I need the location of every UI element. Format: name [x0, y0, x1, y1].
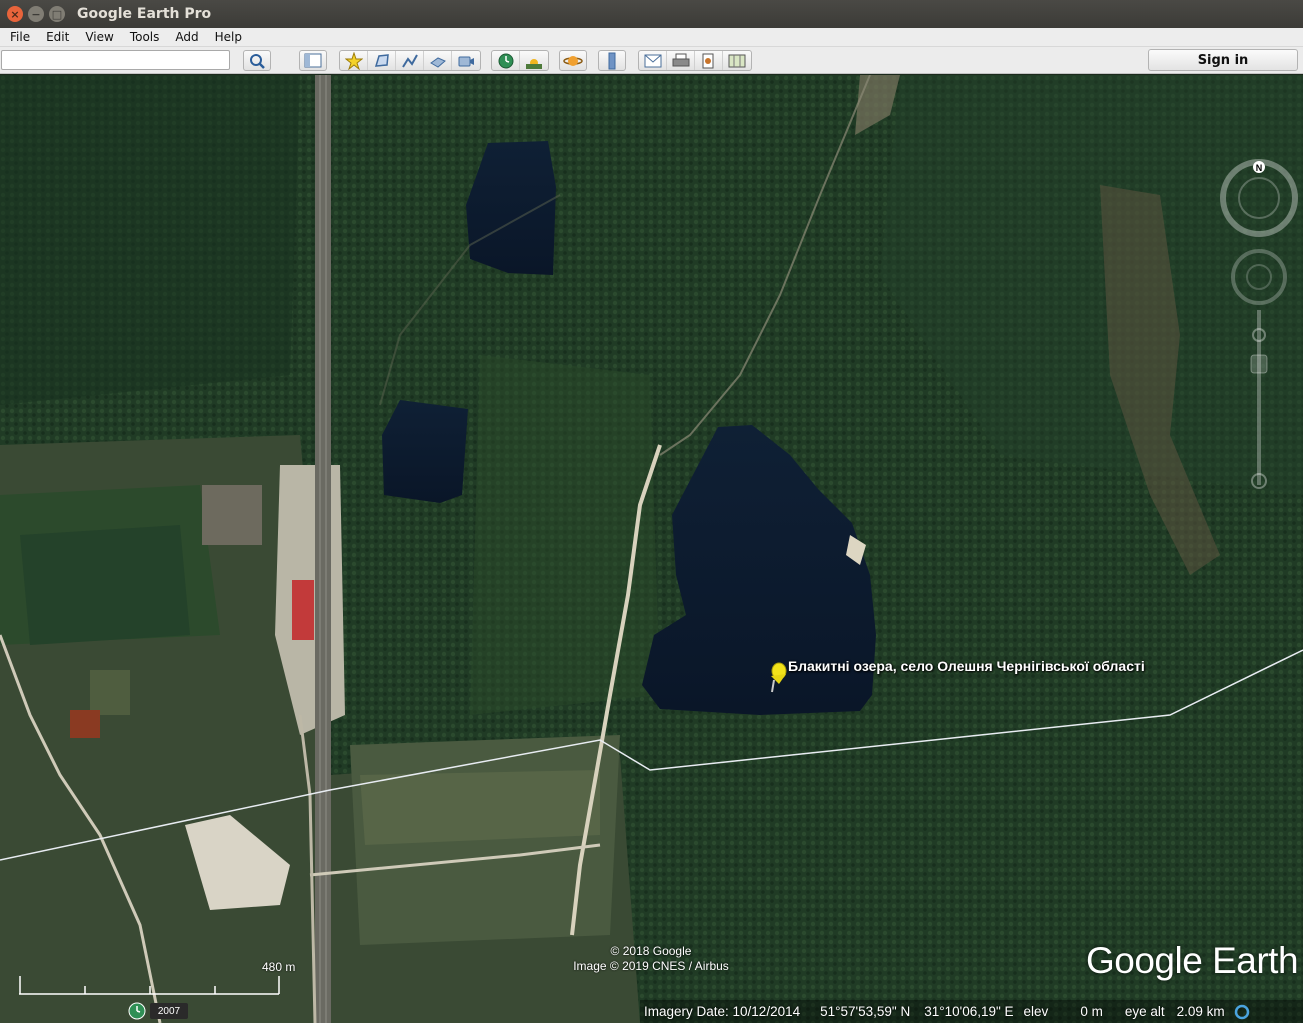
zoom-slider-thumb[interactable] — [1250, 354, 1268, 374]
field — [90, 670, 130, 715]
navigation-controls[interactable]: N — [1214, 155, 1303, 505]
satellite-imagery — [0, 75, 1303, 1023]
print-icon — [672, 53, 689, 66]
planet-switch-icon — [563, 55, 583, 66]
forest-plantation — [470, 355, 660, 715]
autumn-trees — [70, 710, 100, 738]
sidebar-toggle-icon — [304, 53, 322, 68]
copyright-imagery: Image © 2019 CNES / Airbus — [573, 959, 729, 973]
add-polygon-button[interactable] — [368, 51, 396, 70]
move-ring[interactable] — [1231, 249, 1287, 305]
sunlight-icon — [526, 58, 542, 69]
search-button[interactable] — [243, 50, 271, 71]
eye-altitude-value: 2.09 km — [1176, 1004, 1225, 1019]
imagery-date: Imagery Date: 10/12/2014 — [644, 1004, 801, 1019]
add-placemark-button[interactable] — [340, 51, 368, 70]
eye-altitude-label: eye alt — [1124, 1004, 1165, 1019]
menu-view[interactable]: View — [75, 30, 119, 44]
historical-year-badge[interactable]: 2007 — [150, 1003, 188, 1019]
sidebar-toggle-button[interactable] — [299, 50, 327, 71]
streaming-progress-icon — [1234, 1004, 1249, 1019]
path-add-icon — [401, 54, 418, 68]
save-image-icon — [702, 53, 713, 68]
minimize-window-button[interactable]: − — [28, 6, 44, 22]
record-tour-button[interactable] — [452, 51, 480, 70]
lake-west — [382, 400, 468, 503]
google-earth-logo: Google Earth — [1086, 940, 1299, 981]
share-tools-group — [638, 50, 752, 71]
historical-clock-icon[interactable] — [128, 1002, 146, 1020]
email-button[interactable] — [639, 51, 667, 70]
latitude-readout: 51°57'53,59" N — [820, 1004, 911, 1019]
longitude-readout: 31°10'06,19" E — [924, 1004, 1014, 1019]
add-path-button[interactable] — [396, 51, 424, 70]
compass-north-label: N — [1256, 163, 1263, 173]
menu-bar: File Edit View Tools Add Help — [0, 28, 1303, 47]
forest-patch — [0, 75, 300, 405]
menu-tools[interactable]: Tools — [120, 30, 166, 44]
toolbar: Sign in — [0, 47, 1303, 74]
pushpin-icon[interactable] — [766, 660, 790, 694]
ruler-icon — [608, 52, 616, 69]
view-in-google-maps-button[interactable] — [723, 51, 751, 70]
historical-imagery-icon — [498, 53, 513, 68]
close-window-button[interactable]: × — [7, 6, 23, 22]
sunlight-button[interactable] — [520, 51, 548, 70]
elevation-value: 0 m — [1080, 1004, 1103, 1019]
add-tools-group — [339, 50, 481, 71]
elevation-label: elev — [1023, 1004, 1049, 1019]
tour-record-icon — [458, 56, 474, 66]
copyright-google: © 2018 Google — [610, 944, 692, 958]
window-title: Google Earth Pro — [77, 6, 212, 22]
menu-edit[interactable]: Edit — [36, 30, 75, 44]
earth-viewport[interactable]: Блакитні озера, село Олешня Чернігівсько… — [0, 75, 1303, 1023]
village-woods — [20, 525, 190, 645]
menu-help[interactable]: Help — [205, 30, 248, 44]
depot — [202, 485, 262, 545]
placemark-add-icon — [344, 51, 363, 70]
save-image-button[interactable] — [695, 51, 723, 70]
switch-planet-button[interactable] — [559, 50, 587, 71]
maximize-window-button[interactable]: □ — [49, 6, 65, 22]
ruler-button[interactable] — [598, 50, 626, 71]
view-tools-group — [491, 50, 549, 71]
print-button[interactable] — [667, 51, 695, 70]
menu-file[interactable]: File — [0, 30, 36, 44]
historical-imagery-button[interactable] — [492, 51, 520, 70]
placemark-label[interactable]: Блакитні озера, село Олешня Чернігівсько… — [788, 658, 1145, 674]
polygon-add-icon — [374, 53, 389, 67]
view-in-maps-icon — [728, 54, 746, 67]
title-bar: × − □ Google Earth Pro — [0, 0, 1303, 28]
red-roof-building — [292, 580, 314, 640]
search-icon — [250, 53, 265, 69]
status-bar: Imagery Date: 10/12/2014 51°57'53,59" N … — [640, 1000, 1303, 1023]
menu-add[interactable]: Add — [165, 30, 204, 44]
google-earth-window: × − □ Google Earth Pro File Edit View To… — [0, 0, 1303, 1023]
add-image-overlay-button[interactable] — [424, 51, 452, 70]
scale-bar — [19, 976, 280, 995]
email-icon — [644, 54, 661, 67]
railway — [315, 75, 331, 1023]
scale-label: 480 m — [262, 960, 296, 974]
overlay-add-icon — [429, 56, 446, 68]
search-input[interactable] — [1, 50, 230, 70]
attribution: © 2018 Google Image © 2019 CNES / Airbus — [566, 944, 736, 974]
sign-in-button[interactable]: Sign in — [1148, 49, 1298, 71]
